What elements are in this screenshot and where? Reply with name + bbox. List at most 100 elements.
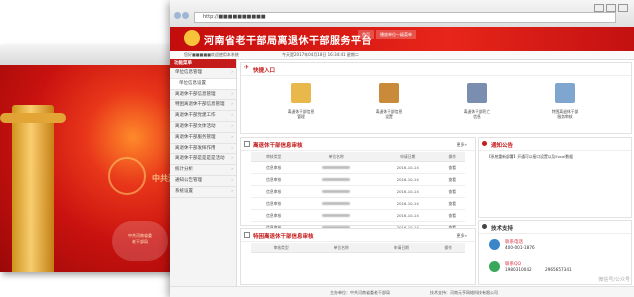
quick-entry-header: ✈ 快捷入口: [241, 63, 631, 76]
browser-chrome: http://■■■■■■■■■■: [170, 0, 634, 28]
notice-icon: [482, 141, 487, 146]
poor-audit-title: 特困离退休干部信息审核: [253, 234, 314, 240]
sidebar-item[interactable]: 离退休干部党建工作 ›: [170, 111, 236, 122]
poor-audit-header: 特困离退休干部信息审核 更多»: [241, 229, 475, 242]
sidebar-item-label: 统计分析: [175, 167, 193, 173]
quick-entry-item[interactable]: 离退休干部信息 设置: [359, 83, 419, 119]
back-icon[interactable]: [174, 12, 181, 19]
notice-item[interactable]: 【系统重新部署】开通可以接口设置以及Excel数据: [487, 154, 573, 160]
quick-entry-label: 离退休干部信息 设置: [375, 109, 403, 119]
quick-entry-label: 特困离退休干部 服务审核: [551, 109, 579, 119]
table-row: 信息审核 2016-10-14查看: [251, 209, 465, 222]
contact-qq-value[interactable]: 1980310042: [505, 267, 532, 272]
sidebar-item[interactable]: 特困离退休干部信息管理 ›: [170, 100, 236, 112]
sidebar-item[interactable]: 离退休干部是是是是活动 ›: [170, 154, 236, 166]
sidebar-item-label: 离退休干部服务管理: [175, 134, 216, 140]
notice-title: 通知公告: [491, 143, 514, 149]
date-text: 今天是2017年04月18日 16:34:41 星期二: [282, 52, 359, 57]
main-browser-window: http://■■■■■■■■■■ 河南省老干部局离退休干部服务平台 首页 播放…: [170, 0, 634, 297]
sidebar-item[interactable]: 离退休干部信息管理 ›: [170, 90, 236, 101]
sidebar-item[interactable]: 离退休干部服务管理 ›: [170, 133, 236, 144]
table-icon: [244, 141, 250, 147]
column-header: 申请日期: [371, 243, 432, 253]
window-controls: [592, 4, 628, 13]
table-cell: 2016-10-14: [375, 161, 440, 174]
sidebar-item[interactable]: 系统设置 ›: [170, 187, 236, 198]
footer-tech: 技术支持：河南元亨网络科技有限公司: [430, 290, 498, 295]
table-cell: 信息审核: [251, 173, 297, 186]
address-bar[interactable]: http://■■■■■■■■■■: [194, 12, 616, 23]
people-icon: [467, 83, 487, 103]
sidebar-item[interactable]: 离退休干部发挥作用 ›: [170, 144, 236, 155]
redacted-text: [322, 166, 351, 169]
tab-home[interactable]: 首页: [358, 30, 374, 39]
view-link[interactable]: 查看: [439, 161, 465, 174]
background-login-screen: 中共河南 中共河南省委 老干部局: [0, 65, 190, 272]
sidebar-item[interactable]: 单位信息管理 ›: [170, 68, 236, 79]
sidebar-item[interactable]: 单位信息设置: [170, 78, 236, 90]
audit-header: 离退休干部信息审核 更多»: [241, 138, 475, 151]
background-window: 中共河南 中共河南省委 老干部局: [0, 45, 190, 272]
sidebar-item-label: 特困离退休干部信息管理: [175, 102, 225, 108]
table-cell: 2016-10-14: [375, 185, 440, 198]
sidebar-header: 功能菜单: [170, 59, 236, 68]
table-cell: 信息审核: [251, 185, 297, 198]
table-row: 信息审核 2016-10-14查看: [251, 197, 465, 210]
tab-unit-menu[interactable]: 播放单位一级菜单: [376, 30, 416, 39]
view-link[interactable]: 查看: [439, 185, 465, 198]
sidebar-item-label: 离退休干部发挥作用: [175, 145, 216, 151]
view-link[interactable]: 查看: [439, 197, 465, 210]
browser-nav: [174, 12, 190, 20]
support-header: 技术支持: [479, 221, 631, 234]
footer-sponsor: 主办单位：中共河南省委老干部局: [330, 290, 390, 295]
info-bar: 您好■■■■■欢迎使用本系统 今天是2017年04月18日 16:34:41 星…: [170, 51, 634, 60]
sidebar-item[interactable]: 统计分析 ›: [170, 165, 236, 176]
view-link[interactable]: 查看: [439, 209, 465, 222]
sidebar-item-label: 通知公告管理: [175, 177, 202, 183]
table-row: 信息审核 2016-10-14查看: [251, 161, 465, 174]
background-window-chrome: [0, 45, 190, 66]
quick-entry-item[interactable]: 特困离退休干部 服务审核: [535, 83, 595, 119]
magnifier-icon: [555, 83, 575, 103]
login-button[interactable]: 中共河南省委 老干部局: [112, 221, 168, 261]
maximize-button[interactable]: [606, 4, 616, 12]
sidebar-item-label: 离退休干部信息管理: [175, 91, 216, 97]
minimize-button[interactable]: [594, 4, 604, 12]
chevron-right-icon: ›: [231, 156, 233, 162]
plane-icon: ✈: [244, 64, 250, 71]
quick-entry-item[interactable]: 离退休干部信息 管理: [271, 83, 331, 119]
unit-name-cell: [296, 161, 376, 174]
view-link[interactable]: 查看: [439, 173, 465, 186]
chevron-right-icon: ›: [231, 188, 233, 194]
sidebar-item[interactable]: 通知公告管理 ›: [170, 176, 236, 187]
table-cell: 信息审核: [251, 197, 297, 210]
contact-phone-value: 400-001-1876: [505, 245, 535, 250]
folder-icon: [291, 83, 311, 103]
poor-audit-more-link[interactable]: 更多»: [457, 233, 467, 239]
chevron-right-icon: ›: [231, 134, 233, 140]
emblem-icon: [108, 157, 146, 195]
table-row: 信息审核 2016-10-14查看: [251, 173, 465, 186]
sidebar-item[interactable]: 离退休干部文体活动 ›: [170, 122, 236, 133]
column-header: 单位名称: [296, 152, 376, 162]
column-header: 操作: [439, 152, 465, 162]
forward-icon[interactable]: [182, 12, 189, 19]
audit-table: 审核类型 单位名称 申请日期 操作 信息审核 2016-10-14 查看 信息审核 2016-1…: [251, 152, 465, 234]
audit-more-link[interactable]: 更多»: [457, 142, 467, 148]
quick-entry-panel: ✈ 快捷入口 离退休干部信息 管理 离退休干部信息 设置 离退休干部死亡 信息 特困离…: [240, 62, 632, 134]
unit-name-cell: [296, 197, 376, 210]
poor-audit-panel: 特困离退休干部信息审核 更多» 审核类型 单位名称 申请日期 操作: [240, 228, 476, 285]
audit-title: 离退休干部信息审核: [253, 143, 303, 149]
sidebar-item-label: 离退休干部文体活动: [175, 123, 216, 129]
table-cell: 2016-10-14: [375, 173, 440, 186]
table-header-row: 审核类型 单位名称 申请日期 操作: [251, 243, 465, 253]
unit-name-cell: [296, 209, 376, 222]
quick-entry-item[interactable]: 离退休干部死亡 信息: [447, 83, 507, 119]
audit-panel: 离退休干部信息审核 更多» 审核类型 单位名称 申请日期 操作 信息审核 2016-10-…: [240, 137, 476, 234]
contact-qq-value2[interactable]: 2965657341: [545, 267, 572, 272]
close-button[interactable]: [618, 4, 628, 12]
notice-header: 通知公告: [479, 138, 631, 151]
table-cell: 2016-10-14: [375, 197, 440, 210]
column-header: 审核类型: [251, 152, 297, 162]
table-cell: 信息审核: [251, 209, 297, 222]
